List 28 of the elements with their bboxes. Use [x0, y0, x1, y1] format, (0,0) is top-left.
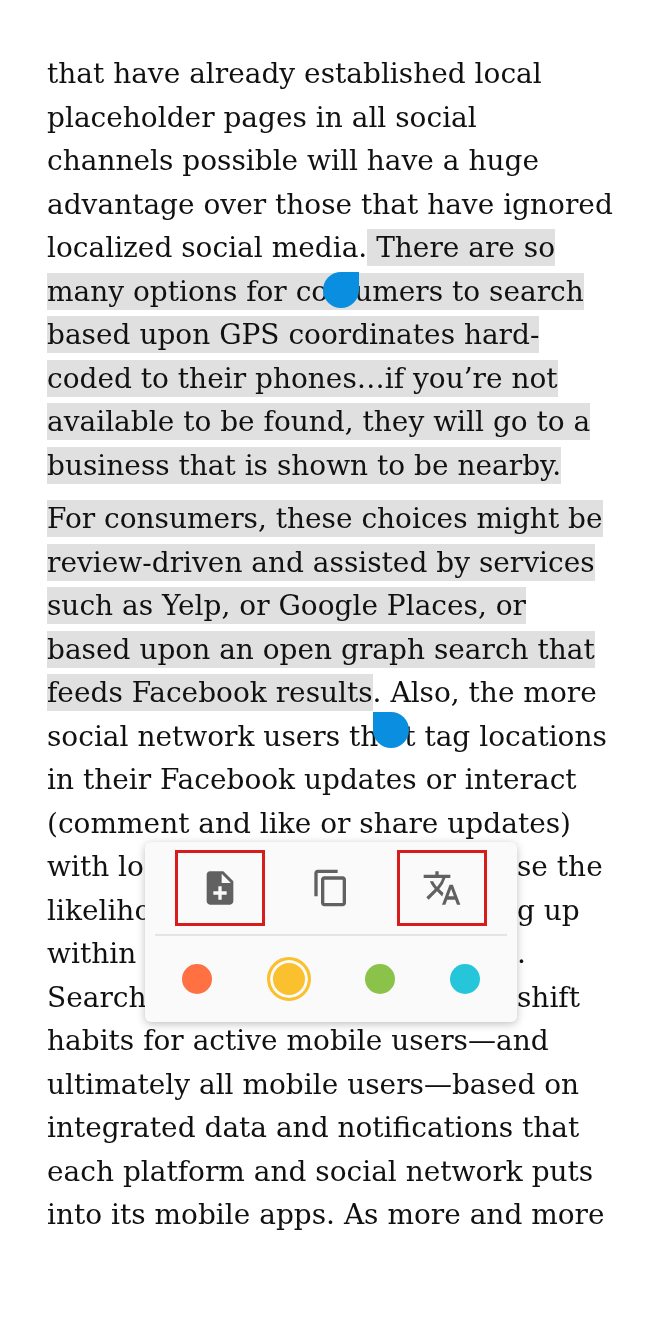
- text-line: ultimately all mobile users—based on: [47, 1066, 580, 1103]
- text-line: that have already established local: [47, 56, 542, 93]
- text-line: se the: [517, 849, 603, 886]
- text-line: shift: [517, 979, 580, 1016]
- text-line: into its mobile apps. As more and more: [47, 1197, 605, 1234]
- highlight-color-swatch[interactable]: [449, 964, 480, 994]
- highlight-color-swatch[interactable]: [182, 964, 213, 994]
- add-note-button[interactable]: [175, 850, 266, 926]
- text-line: with lo: [47, 849, 144, 886]
- translate-button[interactable]: [396, 850, 487, 926]
- text-line: localized social media.: [47, 230, 368, 267]
- text-line: each platform and social network puts: [47, 1153, 594, 1190]
- highlight-color-swatch[interactable]: [365, 964, 396, 994]
- text-line: placeholder pages in all social: [47, 99, 477, 136]
- highlight-color-swatch[interactable]: [266, 957, 311, 1001]
- text-line: (comment and like or share updates): [47, 805, 571, 842]
- text-line: channels possible will have a huge: [47, 143, 539, 180]
- text-line: integrated data and notifications that: [47, 1110, 580, 1147]
- text-line: advantage over those that have ignored: [47, 186, 613, 223]
- text-line: in their Facebook updates or interact: [47, 762, 577, 799]
- text-line: Search: [47, 979, 147, 1016]
- translate-icon: [421, 868, 462, 908]
- text-line: within: [47, 936, 137, 973]
- text-line: g up: [517, 892, 580, 929]
- text-line: .: [517, 936, 526, 973]
- text-line: social network users th: [47, 718, 379, 755]
- text-line: . Also, the more: [372, 675, 597, 712]
- text-line: habits for active mobile users—and: [47, 1023, 549, 1060]
